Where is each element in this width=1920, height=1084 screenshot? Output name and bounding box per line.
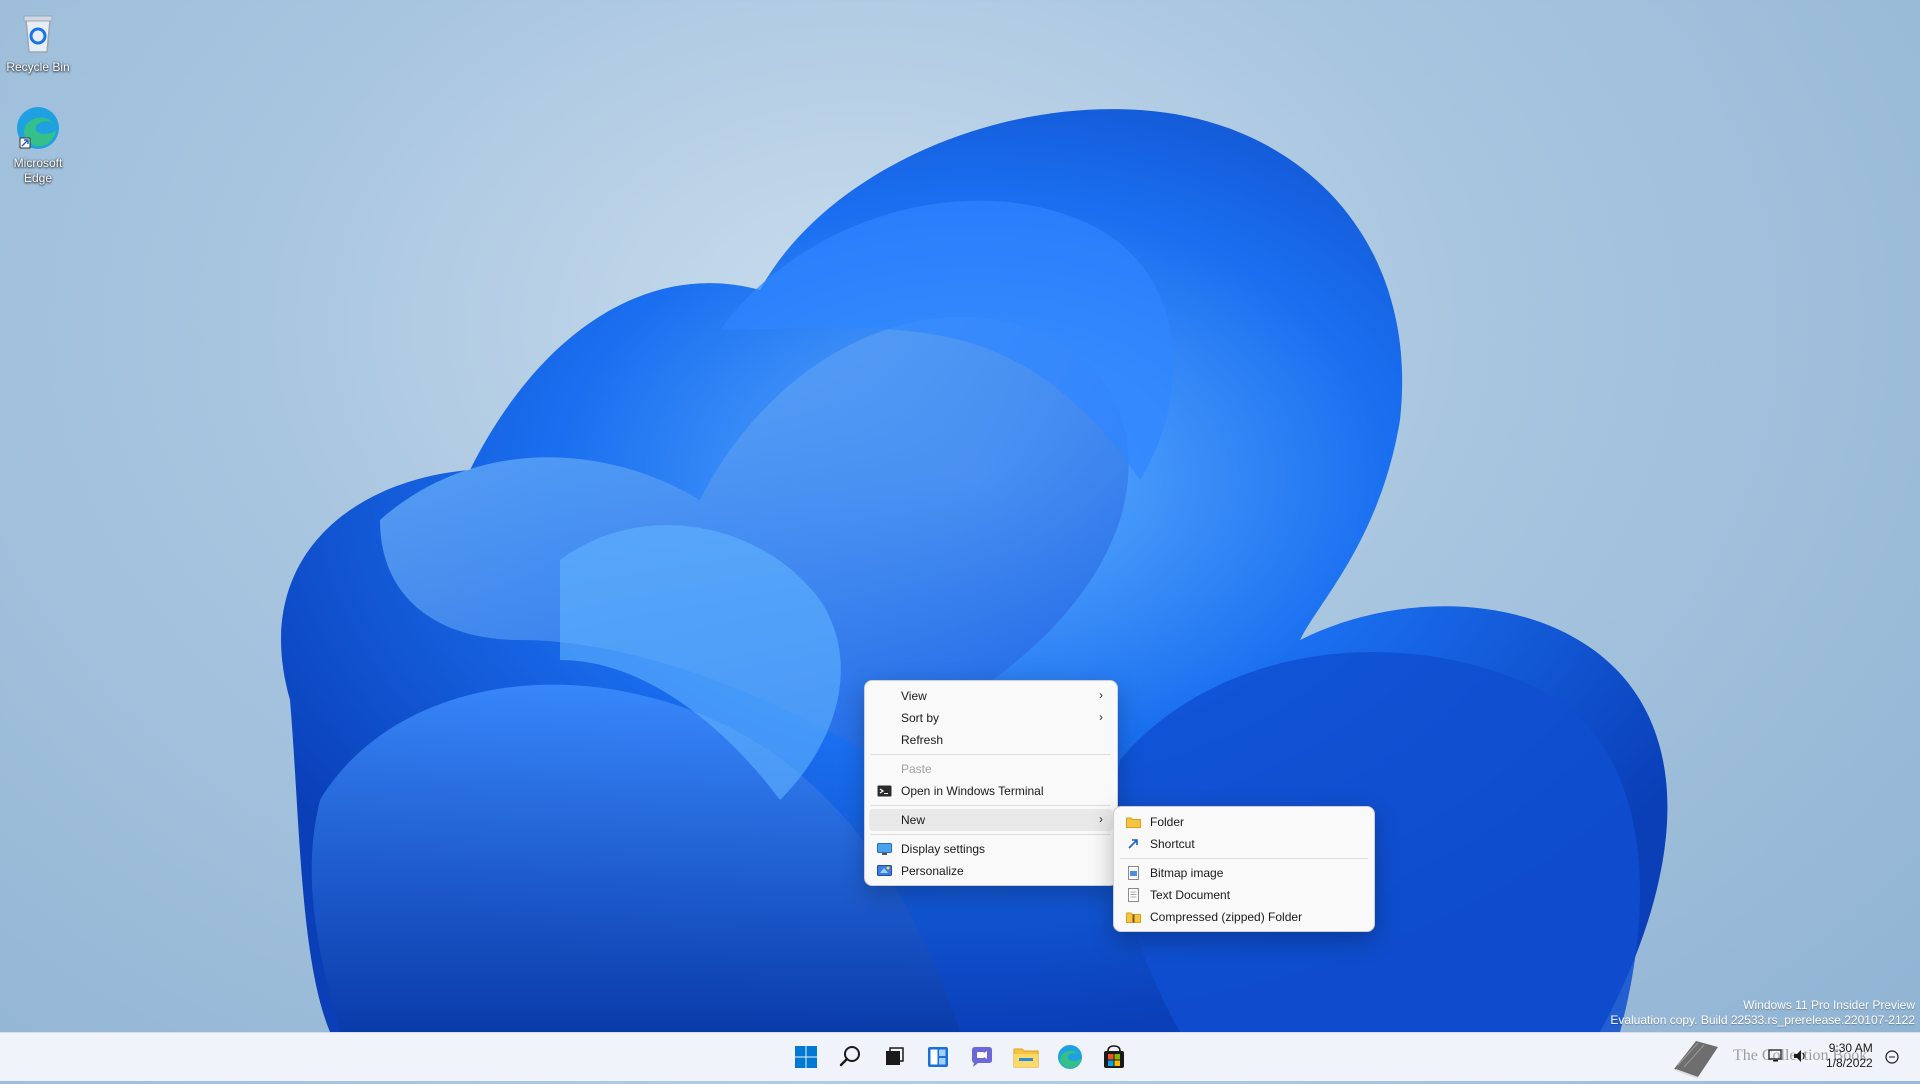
submenu-item-zip-folder[interactable]: Compressed (zipped) Folder [1118, 906, 1370, 928]
desktop-icon-recycle-bin[interactable]: Recycle Bin [0, 8, 78, 75]
store-icon[interactable] [1098, 1041, 1130, 1073]
windows-watermark: Windows 11 Pro Insider Preview Evaluatio… [1610, 998, 1915, 1028]
widgets-icon[interactable] [922, 1041, 954, 1073]
edge-icon [14, 104, 62, 152]
menu-item-label: Display settings [901, 842, 986, 856]
taskbar: The Collection Book 9:30 AM 1/8/2022 [0, 1032, 1920, 1081]
zip-folder-icon [1126, 910, 1141, 924]
menu-item-label: Refresh [901, 733, 944, 747]
menu-item-label: Sort by [901, 711, 940, 725]
system-clock[interactable]: 9:30 AM 1/8/2022 [1826, 1041, 1873, 1071]
task-view-icon[interactable] [878, 1041, 910, 1073]
personalize-icon [877, 864, 892, 878]
clock-time: 9:30 AM [1828, 1041, 1873, 1055]
volume-icon[interactable] [1792, 1048, 1808, 1067]
menu-item-label: Folder [1150, 815, 1185, 829]
display-icon [877, 842, 892, 856]
network-icon[interactable] [1768, 1048, 1784, 1067]
desktop-icon-label: Recycle Bin [6, 60, 70, 74]
submenu-item-text-document[interactable]: Text Document [1118, 884, 1370, 906]
menu-item-personalize[interactable]: Personalize [869, 860, 1113, 882]
menu-item-label: Paste [901, 762, 932, 776]
new-submenu: Folder Shortcut Bitmap image Text Docume… [1113, 806, 1375, 932]
menu-separator [871, 754, 1111, 755]
menu-item-label: Shortcut [1150, 837, 1195, 851]
menu-item-label: Text Document [1150, 888, 1231, 902]
menu-item-label: Personalize [901, 864, 964, 878]
watermark-line-2: Evaluation copy. Build 22533.rs_prerelea… [1610, 1013, 1915, 1027]
file-explorer-icon[interactable] [1010, 1041, 1042, 1073]
menu-item-label: New [901, 813, 926, 827]
menu-item-new[interactable]: New › [869, 809, 1113, 831]
watermark-line-1: Windows 11 Pro Insider Preview [1743, 998, 1915, 1012]
menu-item-display-settings[interactable]: Display settings [869, 838, 1113, 860]
folder-icon [1126, 815, 1141, 829]
recycle-bin-icon [14, 8, 62, 56]
menu-item-label: Bitmap image [1150, 866, 1224, 880]
menu-item-label: View [901, 689, 927, 703]
search-icon[interactable] [834, 1041, 866, 1073]
shortcut-icon [1126, 837, 1141, 851]
menu-item-open-terminal[interactable]: Open in Windows Terminal [869, 780, 1113, 802]
desktop-context-menu: View › Sort by › Refresh Paste Open in W… [864, 680, 1118, 886]
menu-item-label: Open in Windows Terminal [901, 784, 1044, 798]
menu-separator [871, 834, 1111, 835]
menu-item-view[interactable]: View › [869, 685, 1113, 707]
menu-item-sort-by[interactable]: Sort by › [869, 707, 1113, 729]
desktop-icon-label: Microsoft Edge [13, 156, 63, 185]
clock-date: 1/8/2022 [1826, 1056, 1873, 1070]
chevron-right-icon: › [1099, 710, 1103, 724]
start-icon[interactable] [790, 1041, 822, 1073]
desktop-icon-edge[interactable]: Microsoft Edge [0, 104, 78, 186]
chevron-right-icon: › [1099, 688, 1103, 702]
submenu-item-bitmap[interactable]: Bitmap image [1118, 862, 1370, 884]
menu-item-refresh[interactable]: Refresh [869, 729, 1113, 751]
terminal-icon [877, 784, 892, 798]
submenu-item-folder[interactable]: Folder [1118, 811, 1370, 833]
submenu-item-shortcut[interactable]: Shortcut [1118, 833, 1370, 855]
notification-icon[interactable] [1884, 1049, 1900, 1068]
bitmap-file-icon [1126, 866, 1141, 880]
menu-item-label: Compressed (zipped) Folder [1150, 910, 1303, 924]
menu-separator [871, 805, 1111, 806]
overlay-book-logo [1668, 1033, 1724, 1081]
menu-item-paste: Paste [869, 758, 1113, 780]
menu-separator [1120, 858, 1368, 859]
chat-icon[interactable] [966, 1041, 998, 1073]
chevron-right-icon: › [1099, 812, 1103, 826]
text-file-icon [1126, 888, 1141, 902]
edge-icon[interactable] [1054, 1041, 1086, 1073]
